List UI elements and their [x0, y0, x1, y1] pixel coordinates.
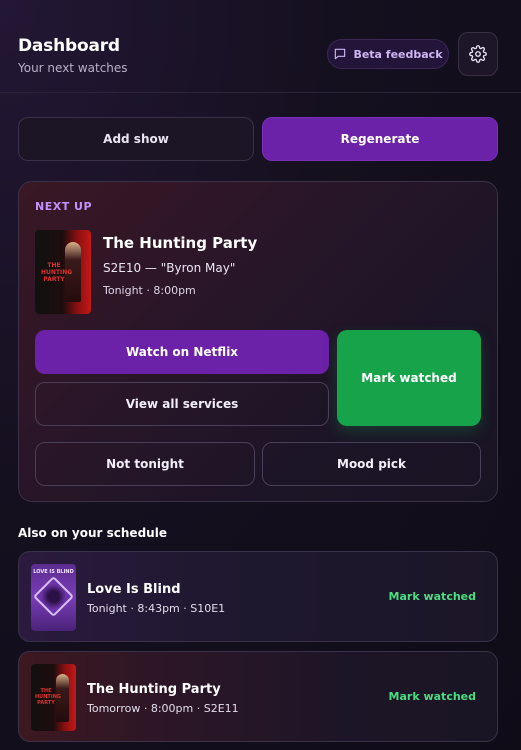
not-tonight-button[interactable]: Not tonight: [35, 442, 255, 486]
show-thumbnail: THE HUNTING PARTY: [31, 664, 76, 731]
page-subtitle: Your next watches: [18, 61, 128, 75]
page-title: Dashboard: [18, 36, 120, 56]
view-all-services-button[interactable]: View all services: [35, 382, 329, 426]
thumbnail-art: [32, 575, 75, 618]
beta-feedback-label: Beta feedback: [353, 47, 443, 61]
air-time: Tonight · 8:00pm: [103, 284, 196, 297]
mood-pick-button[interactable]: Mood pick: [262, 442, 481, 486]
header: Dashboard Your next watches Beta feedbac…: [0, 0, 521, 93]
next-up-label: NEXT UP: [35, 200, 93, 213]
mark-watched-link[interactable]: Mark watched: [389, 690, 476, 703]
show-title: The Hunting Party: [103, 234, 258, 252]
show-thumbnail: LOVE IS BLIND: [31, 564, 76, 631]
thumbnail-title-text: LOVE IS BLIND: [33, 569, 74, 575]
mark-watched-link[interactable]: Mark watched: [389, 590, 476, 603]
schedule-item: THE HUNTING PARTY The Hunting Party Tomo…: [18, 651, 498, 742]
schedule-item: LOVE IS BLIND Love Is Blind Tonight · 8:…: [18, 551, 498, 642]
watch-on-netflix-button[interactable]: Watch on Netflix: [35, 330, 329, 374]
beta-feedback-button[interactable]: Beta feedback: [327, 39, 449, 69]
add-show-button[interactable]: Add show: [18, 117, 254, 161]
schedule-item-title: Love Is Blind: [87, 582, 181, 597]
schedule-item-meta: Tonight · 8:43pm · S10E1: [87, 602, 226, 615]
mark-watched-button[interactable]: Mark watched: [337, 330, 481, 426]
episode-info: S2E10 — "Byron May": [103, 261, 236, 275]
settings-button[interactable]: [458, 32, 498, 76]
schedule-heading: Also on your schedule: [18, 526, 167, 540]
schedule-item-meta: Tomorrow · 8:00pm · S2E11: [87, 702, 239, 715]
chat-bubble-icon: [335, 48, 346, 60]
schedule-item-title: The Hunting Party: [87, 682, 221, 697]
show-poster: THE HUNTING PARTY: [35, 230, 91, 314]
regenerate-button[interactable]: Regenerate: [262, 117, 498, 161]
gear-icon: [469, 45, 487, 63]
thumbnail-title-text: THE HUNTING PARTY: [35, 688, 61, 706]
next-up-card: NEXT UP THE HUNTING PARTY The Hunting Pa…: [18, 181, 498, 502]
poster-title-text: THE HUNTING PARTY: [41, 262, 73, 283]
